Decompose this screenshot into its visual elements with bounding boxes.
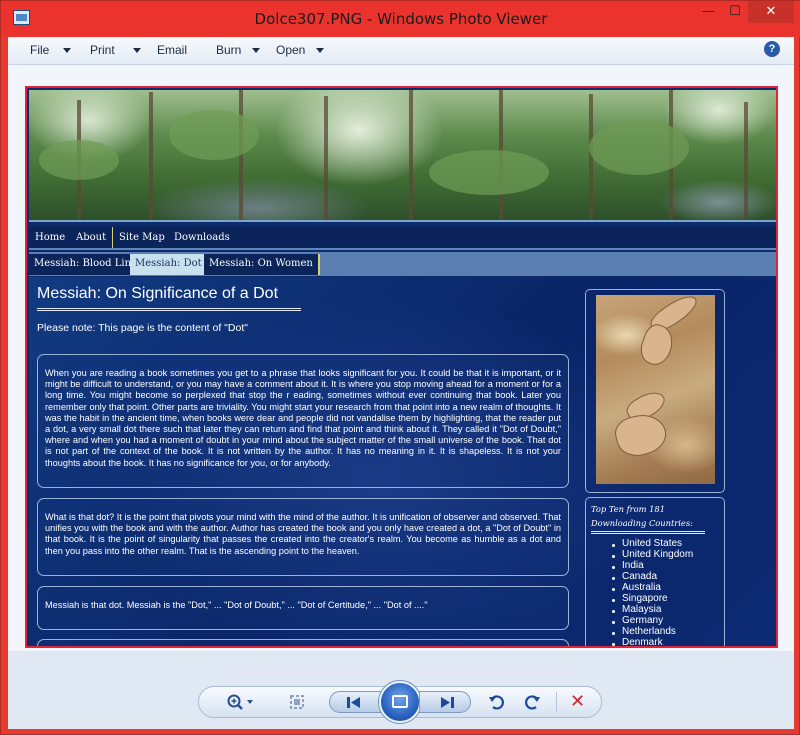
paragraph-box: When you are reading a book sometimes yo… [37,354,569,488]
country-item: Germany [622,615,664,626]
top-countries-box: Top Ten from 181 Downloading Countries: … [585,497,725,648]
country-item: Canada [622,571,658,582]
page-title: Messiah: On Significance of a Dot [37,285,279,302]
country-item: Malaysia [622,604,662,615]
previous-icon [347,697,360,708]
rotate-clockwise-icon[interactable] [523,693,541,711]
next-icon [441,697,454,708]
paragraph-box: Messiah is that dot. Messiah is the "Dot… [37,586,569,630]
help-icon[interactable]: ? [764,41,780,57]
nav-messiah-blood-line: Messiah: Blood Line [29,254,144,275]
photo-viewer-window: Dolce307.PNG - Windows Photo Viewer — ☐ … [0,0,800,735]
country-item: United States [622,538,683,549]
creation-of-adam-image [596,295,715,484]
previous-button[interactable] [329,691,381,713]
open-dropdown-arrow-icon[interactable] [316,48,324,53]
nav-messiah-on-women: Messiah: On Women [204,254,320,275]
forest-banner-image [29,90,776,222]
countries-underline [591,531,705,534]
maximize-button[interactable]: ☐ [722,1,748,23]
country-item: Denmark [622,637,663,648]
zoom-icon[interactable] [226,693,254,711]
paragraph-box [37,639,569,646]
file-menu[interactable]: File [30,43,49,57]
command-bar: File Print Email Burn Open ? [8,37,794,65]
print-dropdown-arrow-icon[interactable] [133,48,141,53]
secondary-navigation: Messiah: Blood Line Messiah: Dot Messiah… [29,252,776,276]
creation-of-adam-image-box [585,289,725,493]
country-item: Australia [622,582,661,593]
paragraph-box: What is that dot? It is the point that p… [37,498,569,576]
primary-navigation: Home About Site Map Downloads [29,226,776,250]
slideshow-icon [392,695,408,708]
rotate-counterclockwise-icon[interactable] [488,693,506,711]
burn-menu[interactable]: Burn [216,43,241,57]
client-area: File Print Email Burn Open ? Home About … [8,37,794,729]
nav-messiah-dot: Messiah: Dot [130,254,209,275]
paragraph-text: What is that dot? It is the point that p… [45,512,561,556]
print-menu[interactable]: Print [90,43,115,57]
paragraph-text: Messiah is that dot. Messiah is the "Dot… [45,600,428,610]
bottom-toolbar: ✕ [8,651,794,729]
delete-icon[interactable]: ✕ [570,693,585,711]
title-underline [37,308,301,311]
country-item: Singapore [622,593,668,604]
minimize-button[interactable]: — [695,1,722,23]
email-button[interactable]: Email [157,43,187,57]
nav-site-map: Site Map [113,227,173,248]
file-dropdown-arrow-icon[interactable] [63,48,71,53]
country-item: United Kingdom [622,549,694,560]
title-bar[interactable]: Dolce307.PNG - Windows Photo Viewer — ☐ … [1,1,800,37]
paragraph-text: When you are reading a book sometimes yo… [45,368,561,468]
toolbar-separator [556,692,557,712]
page-note: Please note: This page is the content of… [37,322,248,334]
next-button[interactable] [419,691,471,713]
page-content: Messiah: On Significance of a Dot Please… [29,277,776,648]
open-menu[interactable]: Open [276,43,305,57]
displayed-image: Home About Site Map Downloads Messiah: B… [25,86,778,648]
slideshow-button[interactable] [379,681,421,723]
actual-size-icon[interactable] [289,694,305,710]
image-viewport[interactable]: Home About Site Map Downloads Messiah: B… [8,65,794,651]
burn-dropdown-arrow-icon[interactable] [252,48,260,53]
close-button[interactable]: ✕ [748,1,794,23]
nav-downloads: Downloads [168,227,236,248]
countries-title: Top Ten from 181 Downloading Countries: [591,504,693,528]
nav-about: About [70,227,115,248]
window-title: Dolce307.PNG - Windows Photo Viewer [254,10,548,28]
nav-home: Home [29,227,74,248]
country-item: India [622,560,644,571]
country-item: Netherlands [622,626,676,637]
